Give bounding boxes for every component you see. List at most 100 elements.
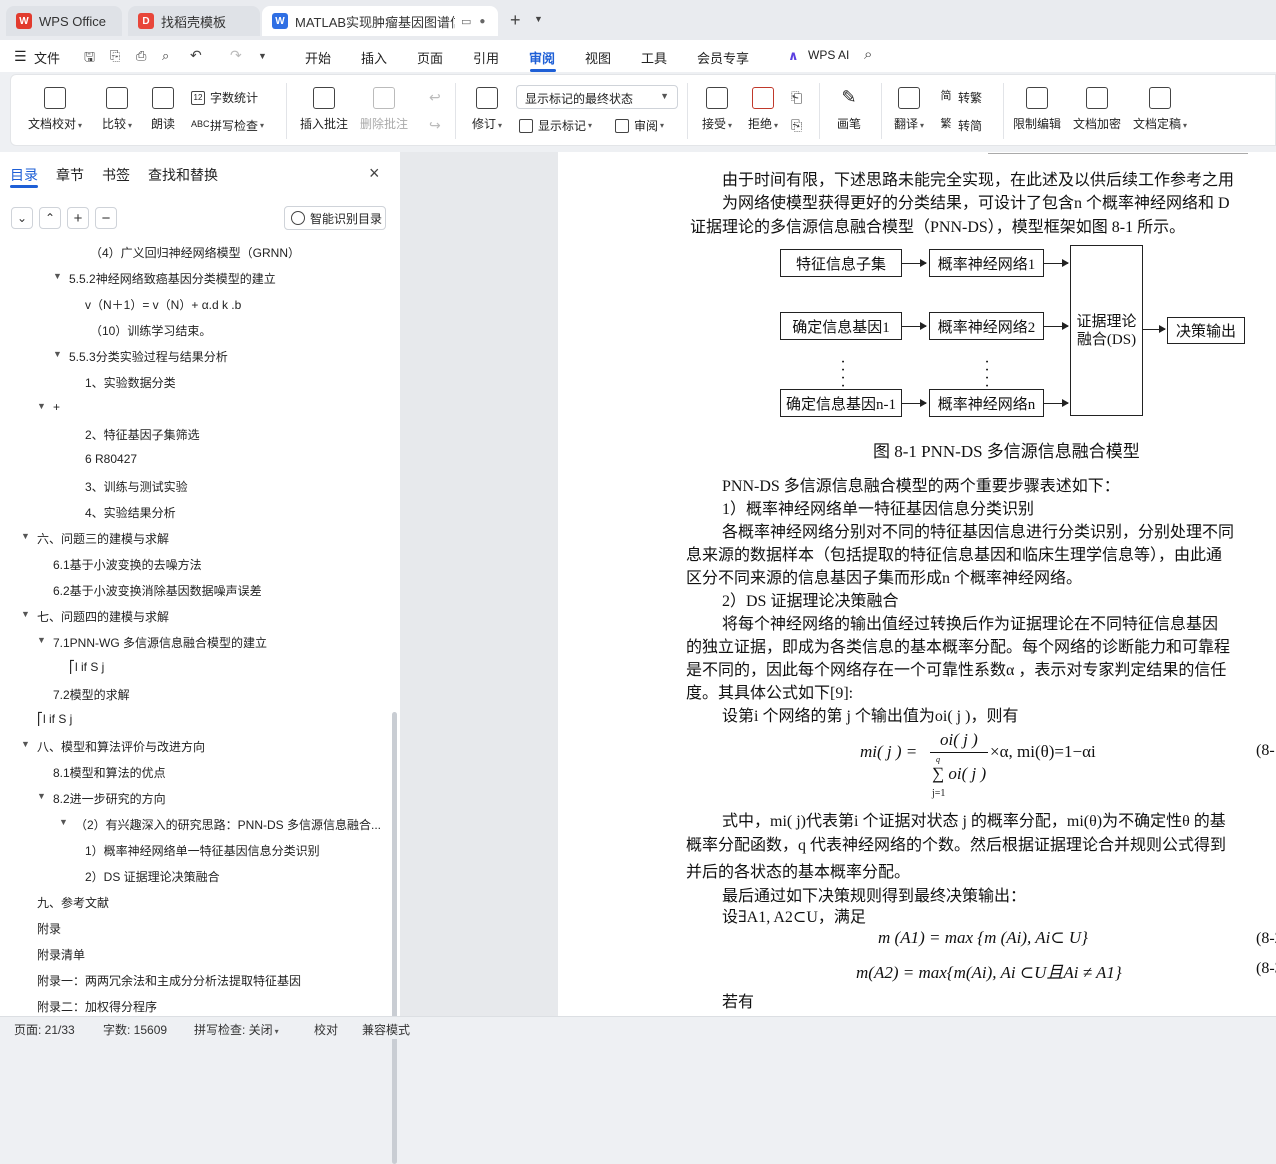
- status-words[interactable]: 字数: 15609: [103, 1021, 167, 1038]
- menu-reference[interactable]: 引用: [473, 48, 499, 67]
- toc-item[interactable]: 2、特征基因子集筛选: [85, 426, 200, 443]
- expand-toggle-icon[interactable]: ▼: [21, 531, 30, 541]
- expand-toggle-icon[interactable]: ▼: [53, 271, 62, 281]
- tab-wps-office[interactable]: W WPS Office: [6, 6, 122, 36]
- spell-check-button[interactable]: ABC 拼写检查 ▾: [191, 117, 264, 134]
- menu-file[interactable]: 文件: [34, 48, 60, 67]
- menu-tools[interactable]: 工具: [641, 48, 667, 67]
- expand-toggle-icon[interactable]: ▼: [59, 817, 68, 827]
- toc-item[interactable]: ▼ 六、问题三的建模与求解: [21, 530, 169, 547]
- toc-item[interactable]: 3、训练与测试实验: [85, 478, 188, 495]
- expand-toggle-icon[interactable]: ▼: [21, 609, 30, 619]
- expand-toggle-icon[interactable]: ▼: [21, 739, 30, 749]
- read-aloud-button[interactable]: 朗读: [145, 87, 181, 132]
- smart-toc-button[interactable]: 智能识别目录: [284, 206, 386, 230]
- print-preview-icon[interactable]: ⌕: [162, 48, 169, 64]
- reject-button[interactable]: 拒绝 ▾: [743, 87, 783, 132]
- menu-member[interactable]: 会员专享: [697, 48, 749, 67]
- new-tab-icon[interactable]: +: [510, 10, 521, 31]
- add-heading-icon[interactable]: +: [67, 207, 89, 229]
- toc-item[interactable]: v（N＋1）= v（N）+ α.d k .b: [85, 296, 241, 313]
- toc-item[interactable]: ▼ 8.2进一步研究的方向: [37, 790, 166, 807]
- toc-item[interactable]: ▼ 7.1PNN-WG 多信源信息融合模型的建立: [37, 634, 267, 651]
- toc-item[interactable]: 1、实验数据分类: [85, 374, 176, 391]
- toc-item[interactable]: ▼ （2）有兴趣深入的研究思路：PNN-DS 多信源信息融合...: [59, 816, 381, 833]
- expand-toggle-icon[interactable]: ▼: [53, 349, 62, 359]
- next-revision-icon[interactable]: ⎘: [791, 117, 802, 134]
- nav-tab-toc[interactable]: 目录: [10, 165, 38, 185]
- toc-item[interactable]: 附录: [37, 920, 61, 937]
- toc-item[interactable]: 7.2模型的求解: [53, 686, 130, 703]
- menu-insert[interactable]: 插入: [361, 48, 387, 67]
- search-icon[interactable]: ⌕: [864, 46, 872, 63]
- toc-item[interactable]: 附录一：两两冗余法和主成分分析法提取特征基因: [37, 972, 301, 989]
- toc-item[interactable]: 附录清单: [37, 946, 85, 963]
- save-icon[interactable]: 🖫: [84, 48, 95, 70]
- next-comment-icon[interactable]: ↪: [429, 117, 441, 134]
- expand-down-icon[interactable]: ⌄: [11, 207, 33, 229]
- toc-item[interactable]: ▼ 八、模型和算法评价与改进方向: [21, 738, 205, 755]
- tab-document[interactable]: W MATLAB实现肿瘤基因图谱信息 ▭ ●: [262, 6, 498, 36]
- to-traditional-button[interactable]: 简 转繁: [939, 89, 983, 106]
- doc-check-button[interactable]: 文档校对 ▾: [27, 87, 83, 132]
- word-count-button[interactable]: 12 字数统计: [191, 89, 258, 106]
- finalize-button[interactable]: 文档定稿 ▾: [1129, 87, 1191, 132]
- share-icon[interactable]: ⎘: [110, 48, 120, 64]
- markup-state-select[interactable]: 显示标记的最终状态 ▼: [516, 85, 678, 109]
- translate-button[interactable]: 翻译 ▾: [889, 87, 929, 132]
- tab-docer[interactable]: D 找稻壳模板: [128, 6, 260, 36]
- menu-start[interactable]: 开始: [305, 48, 331, 67]
- toc-item[interactable]: 6 R80427: [85, 452, 137, 466]
- status-proof[interactable]: 校对: [314, 1021, 338, 1038]
- delete-comment-button[interactable]: 删除批注: [357, 87, 411, 132]
- show-markup-button[interactable]: 显示标记 ▾: [519, 117, 592, 134]
- menu-wps-ai[interactable]: WPS AI: [808, 48, 849, 62]
- insert-comment-button[interactable]: 插入批注: [297, 87, 351, 132]
- review-pane-button[interactable]: 审阅 ▾: [615, 117, 664, 134]
- status-spell-check[interactable]: 拼写检查: 关闭 ▾: [194, 1021, 279, 1038]
- toc-item[interactable]: 九、参考文献: [37, 894, 109, 911]
- toc-item[interactable]: 6.1基于小波变换的去噪方法: [53, 556, 202, 573]
- menu-view[interactable]: 视图: [585, 48, 611, 67]
- toc-item[interactable]: 附录二：加权得分程序: [37, 998, 157, 1015]
- toc-item[interactable]: 2）DS 证据理论决策融合: [85, 868, 220, 885]
- toc-item[interactable]: ▼ +: [37, 400, 60, 414]
- prev-revision-icon[interactable]: ⎗: [791, 89, 802, 106]
- toc-item[interactable]: ▼ 5.5.2神经网络致癌基因分类模型的建立: [53, 270, 276, 287]
- expand-toggle-icon[interactable]: ▼: [37, 791, 46, 801]
- remove-heading-icon[interactable]: −: [95, 207, 117, 229]
- menu-review[interactable]: 审阅: [529, 48, 555, 67]
- chevron-down-icon[interactable]: ▼: [534, 14, 543, 24]
- status-page[interactable]: 页面: 21/33: [14, 1021, 75, 1038]
- nav-tab-bookmarks[interactable]: 书签: [102, 165, 130, 185]
- print-icon[interactable]: ⎙: [136, 48, 146, 64]
- toc-item[interactable]: ⎡l if S j: [37, 712, 72, 726]
- redo-icon[interactable]: ↷: [230, 47, 242, 64]
- nav-tab-find-replace[interactable]: 查找和替换: [148, 165, 218, 185]
- nav-scrollbar[interactable]: [392, 712, 397, 1164]
- toc-item[interactable]: ▼ 5.5.3分类实验过程与结果分析: [53, 348, 228, 365]
- collapse-up-icon[interactable]: ⌃: [39, 207, 61, 229]
- expand-toggle-icon[interactable]: ▼: [37, 401, 46, 411]
- toc-item[interactable]: 8.1模型和算法的优点: [53, 764, 166, 781]
- hamburger-icon[interactable]: ☰: [14, 48, 27, 65]
- revise-button[interactable]: 修订 ▾: [467, 87, 507, 132]
- restrict-edit-button[interactable]: 限制编辑: [1011, 87, 1063, 132]
- pen-button[interactable]: ✎ 画笔: [829, 87, 869, 132]
- toc-item[interactable]: ▼ 七、问题四的建模与求解: [21, 608, 169, 625]
- close-tab-dot-icon[interactable]: ●: [479, 16, 485, 27]
- expand-toggle-icon[interactable]: ▼: [37, 635, 46, 645]
- toc-item[interactable]: 6.2基于小波变换消除基因数据噪声误差: [53, 582, 262, 599]
- close-pane-icon[interactable]: ×: [369, 163, 380, 184]
- to-simplified-button[interactable]: 繁 转简: [939, 117, 983, 134]
- toc-item[interactable]: （4）广义回归神经网络模型（GRNN）: [90, 244, 300, 261]
- toc-item[interactable]: 1）概率神经网络单一特征基因信息分类识别: [85, 842, 320, 859]
- toc-item[interactable]: 4、实验结果分析: [85, 504, 176, 521]
- accept-button[interactable]: 接受 ▾: [697, 87, 737, 132]
- document-page[interactable]: 由于时间有限，下述思路未能完全实现，在此述及以供后续工作参考之用 为网络使模型获得…: [558, 152, 1276, 1016]
- toc-item[interactable]: ⎡l if S j: [69, 660, 104, 674]
- menu-page[interactable]: 页面: [417, 48, 443, 67]
- prev-comment-icon[interactable]: ↩: [429, 89, 441, 106]
- toc-item[interactable]: （10）训练学习结束。: [90, 322, 211, 339]
- encrypt-button[interactable]: 文档加密: [1071, 87, 1123, 132]
